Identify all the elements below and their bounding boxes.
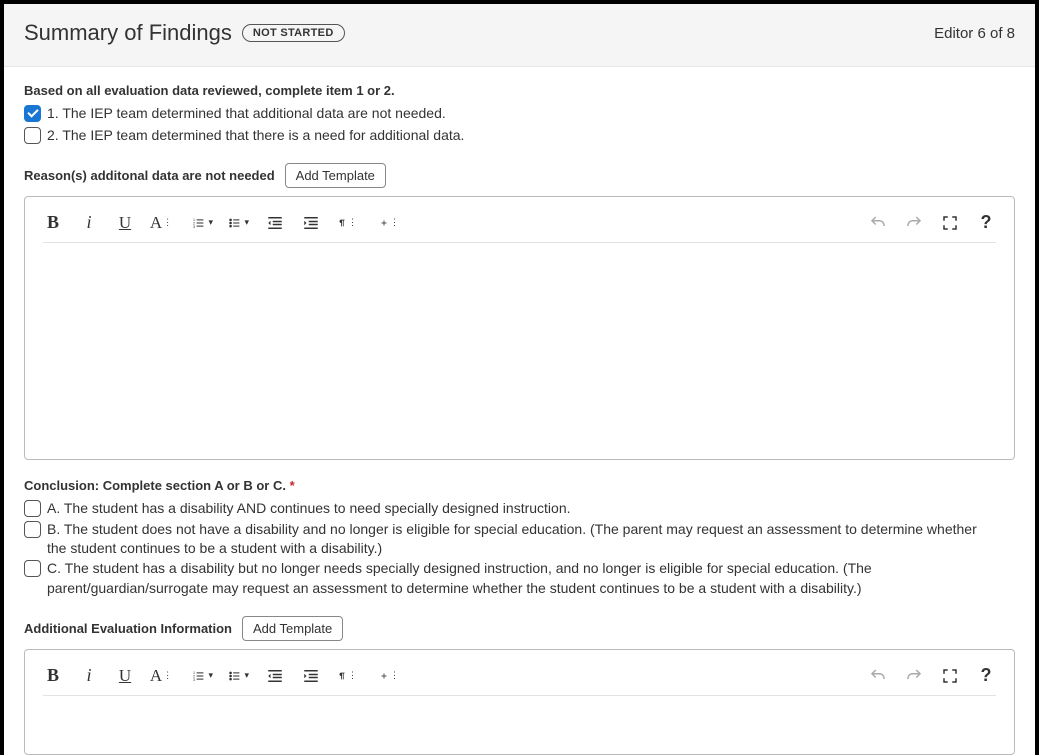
conclusion-b-cont: the student continues to be a student wi… (24, 539, 1015, 559)
item-1-row: 1. The IEP team determined that addition… (24, 104, 1015, 124)
insert-icon[interactable]: ⋮ (379, 666, 399, 686)
item-2-checkbox[interactable] (24, 127, 41, 144)
reason-toolbar: B i U A⋮ 123▾ ▾ ⋮ ⋮ (43, 203, 996, 243)
conclusion-c-checkbox[interactable] (24, 560, 41, 577)
paragraph-icon[interactable]: ⋮ (337, 213, 357, 233)
redo-icon[interactable] (904, 213, 924, 233)
reason-editor: B i U A⋮ 123▾ ▾ ⋮ ⋮ (24, 196, 1015, 460)
reason-editor-content[interactable] (43, 243, 996, 453)
unordered-list-icon[interactable]: ▾ (229, 666, 249, 686)
item-1-checkbox[interactable] (24, 105, 41, 122)
conclusion-c-row: C. The student has a disability but no l… (24, 559, 1015, 579)
intro-label: Based on all evaluation data reviewed, c… (24, 83, 1015, 98)
conclusion-b-row: B. The student does not have a disabilit… (24, 520, 1015, 540)
fullscreen-icon[interactable] (940, 666, 960, 686)
ordered-list-icon[interactable]: 123▾ (193, 666, 213, 686)
page-header: Summary of Findings NOT STARTED Editor 6… (4, 4, 1035, 67)
indent-icon[interactable] (301, 666, 321, 686)
conclusion-b-checkbox[interactable] (24, 521, 41, 538)
conclusion-a-checkbox[interactable] (24, 500, 41, 517)
underline-icon[interactable]: U (115, 666, 135, 686)
additional-section: Additional Evaluation Information Add Te… (24, 616, 1015, 755)
conclusion-c-cont: parent/guardian/surrogate may request an… (24, 579, 1015, 599)
help-icon[interactable]: ? (976, 213, 996, 233)
conclusion-b-label: B. The student does not have a disabilit… (47, 520, 977, 540)
undo-icon[interactable] (868, 213, 888, 233)
indent-icon[interactable] (301, 213, 321, 233)
additional-add-template-button[interactable]: Add Template (242, 616, 343, 641)
svg-text:3: 3 (193, 678, 195, 682)
svg-text:3: 3 (193, 225, 195, 229)
paragraph-icon[interactable]: ⋮ (337, 666, 357, 686)
bold-icon[interactable]: B (43, 666, 63, 686)
page-title: Summary of Findings (24, 20, 232, 46)
reason-label: Reason(s) additonal data are not needed (24, 168, 275, 183)
additional-toolbar: B i U A⋮ 123▾ ▾ ⋮ ⋮ (43, 656, 996, 696)
italic-icon[interactable]: i (79, 213, 99, 233)
conclusion-a-label: A. The student has a disability AND cont… (47, 499, 571, 519)
additional-heading: Additional Evaluation Information Add Te… (24, 616, 1015, 641)
font-options-icon[interactable]: A⋮ (151, 213, 171, 233)
fullscreen-icon[interactable] (940, 213, 960, 233)
conclusion-c-label: C. The student has a disability but no l… (47, 559, 872, 579)
ordered-list-icon[interactable]: 123▾ (193, 213, 213, 233)
help-icon[interactable]: ? (976, 666, 996, 686)
outdent-icon[interactable] (265, 666, 285, 686)
editor-counter: Editor 6 of 8 (934, 25, 1015, 42)
font-options-icon[interactable]: A⋮ (151, 666, 171, 686)
italic-icon[interactable]: i (79, 666, 99, 686)
required-asterisk: * (290, 478, 295, 493)
additional-label: Additional Evaluation Information (24, 621, 232, 636)
additional-editor-content[interactable] (43, 696, 996, 748)
item-1-label: 1. The IEP team determined that addition… (47, 104, 446, 124)
reason-heading: Reason(s) additonal data are not needed … (24, 163, 1015, 188)
conclusion-a-row: A. The student has a disability AND cont… (24, 499, 1015, 519)
underline-icon[interactable]: U (115, 213, 135, 233)
item-2-label: 2. The IEP team determined that there is… (47, 126, 464, 146)
reason-section: Reason(s) additonal data are not needed … (24, 163, 1015, 460)
undo-icon[interactable] (868, 666, 888, 686)
additional-editor: B i U A⋮ 123▾ ▾ ⋮ ⋮ (24, 649, 1015, 755)
conclusion-section: Conclusion: Complete section A or B or C… (24, 478, 1015, 598)
item-2-row: 2. The IEP team determined that there is… (24, 126, 1015, 146)
page-body: Based on all evaluation data reviewed, c… (4, 67, 1035, 755)
bold-icon[interactable]: B (43, 213, 63, 233)
insert-icon[interactable]: ⋮ (379, 213, 399, 233)
unordered-list-icon[interactable]: ▾ (229, 213, 249, 233)
redo-icon[interactable] (904, 666, 924, 686)
conclusion-label: Conclusion: Complete section A or B or C… (24, 478, 1015, 493)
outdent-icon[interactable] (265, 213, 285, 233)
status-badge: NOT STARTED (242, 24, 345, 42)
reason-add-template-button[interactable]: Add Template (285, 163, 386, 188)
